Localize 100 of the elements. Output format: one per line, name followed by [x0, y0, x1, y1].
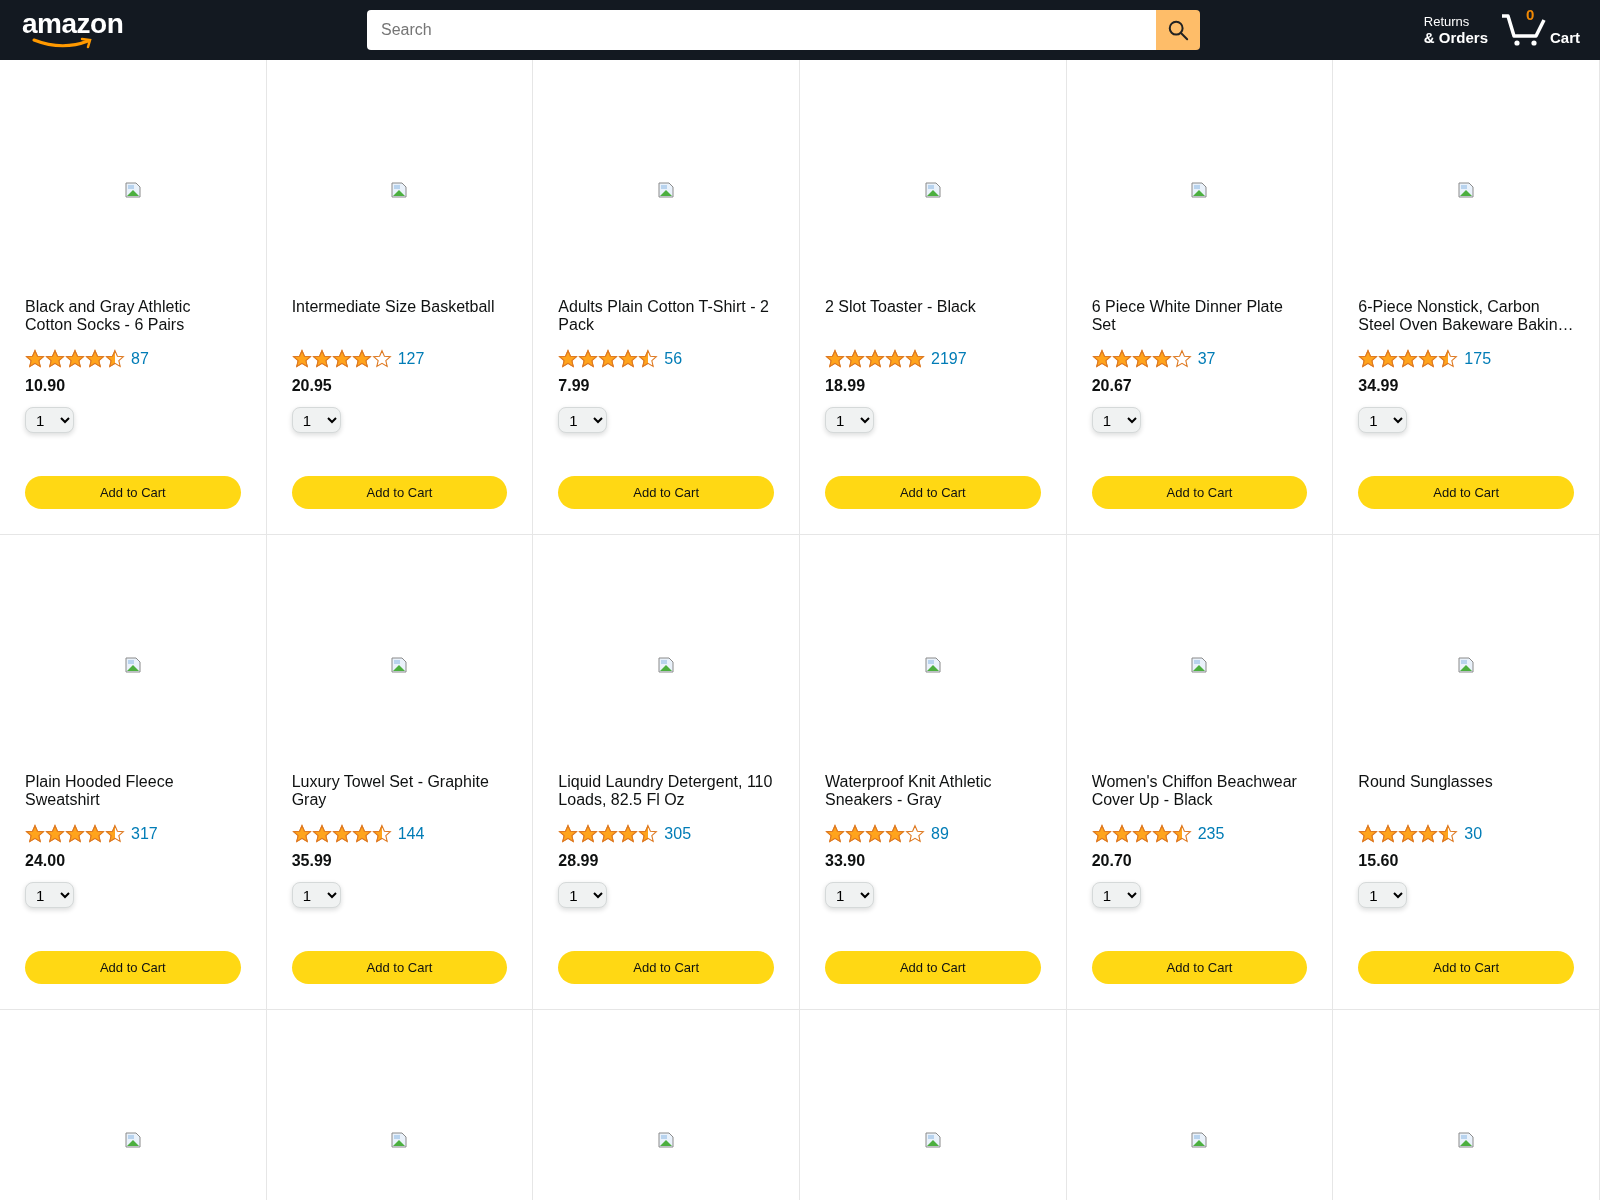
star-icon — [598, 824, 619, 844]
product-price: 34.99 — [1358, 377, 1400, 395]
star-icon — [1418, 824, 1439, 844]
review-count-link[interactable]: 30 — [1464, 825, 1483, 843]
star-icon — [1151, 824, 1172, 844]
broken-image-icon — [1191, 1132, 1208, 1148]
amazon-logo[interactable]: amazon — [22, 11, 367, 49]
product-title: Waterproof Knit Athletic Sneakers - Gray — [825, 773, 993, 810]
quantity-select[interactable]: 1 — [558, 407, 608, 433]
star-icon — [1171, 349, 1192, 369]
cart-icon — [1500, 12, 1548, 48]
add-to-cart-button[interactable]: Add to Cart — [825, 476, 1041, 509]
product-title: Black and Gray Athletic Cotton Socks - 6 Pairs — [25, 298, 192, 335]
review-count-link[interactable]: 175 — [1464, 350, 1492, 368]
product-price: 28.99 — [558, 852, 600, 870]
star-icon — [578, 349, 599, 369]
broken-image-icon — [124, 182, 141, 198]
star-icon — [331, 824, 352, 844]
review-count-link[interactable]: 89 — [931, 825, 949, 843]
add-to-cart-button[interactable]: Add to Cart — [291, 476, 508, 509]
star-icon — [371, 824, 392, 844]
search-field[interactable]: Search — [367, 10, 1156, 50]
star-icon — [105, 824, 125, 844]
quantity-select[interactable]: 1 — [825, 407, 874, 433]
star-icon — [1111, 824, 1132, 844]
product-price: 24.00 — [25, 852, 67, 870]
review-count-link[interactable]: 37 — [1197, 350, 1216, 368]
star-icon — [618, 824, 639, 844]
quantity-select[interactable]: 1 — [291, 882, 341, 908]
product-title: Plain Hooded Fleece Sweatshirt — [25, 773, 175, 810]
broken-image-icon — [658, 182, 675, 198]
quantity-select[interactable]: 1 — [825, 882, 874, 908]
returns-orders-link[interactable]: Returns & Orders — [1423, 14, 1488, 46]
star-icon — [65, 349, 85, 369]
quantity-select[interactable]: 1 — [25, 407, 74, 433]
star-icon — [1358, 824, 1379, 844]
star-icon — [311, 349, 332, 369]
star-icon — [1091, 824, 1112, 844]
product-title: Round Sunglasses — [1358, 773, 1494, 792]
add-to-cart-button[interactable]: Add to Cart — [25, 476, 241, 509]
quantity-select[interactable]: 1 — [25, 882, 74, 908]
product-price: 10.90 — [25, 377, 67, 395]
add-to-cart-button[interactable]: Add to Cart — [825, 951, 1041, 984]
star-icon — [1151, 349, 1172, 369]
star-icon — [1438, 349, 1459, 369]
star-icon — [825, 349, 845, 369]
review-count-link[interactable]: 144 — [397, 825, 425, 843]
quantity-select[interactable]: 1 — [1358, 882, 1408, 908]
review-count-link[interactable]: 235 — [1197, 825, 1225, 843]
add-to-cart-button[interactable]: Add to Cart — [558, 476, 774, 509]
star-icon — [865, 349, 885, 369]
star-icon — [1398, 349, 1419, 369]
quantity-select[interactable]: 1 — [1091, 407, 1141, 433]
add-to-cart-button[interactable]: Add to Cart — [1091, 476, 1308, 509]
product-price: 7.99 — [558, 377, 591, 395]
star-icon — [558, 824, 579, 844]
product-title: Liquid Laundry Detergent, 110 Loads, 82.5 Fl Oz — [558, 773, 774, 810]
search-button[interactable] — [1156, 10, 1200, 50]
star-icon — [85, 349, 105, 369]
broken-image-icon — [658, 1132, 675, 1148]
star-icon — [1131, 824, 1152, 844]
broken-image-icon — [1458, 182, 1475, 198]
product-title: 6-Piece Nonstick, Carbon Steel Oven Bakeware Bakin… — [1358, 298, 1574, 335]
star-icon — [65, 824, 85, 844]
star-icon — [865, 824, 885, 844]
star-icon — [638, 349, 659, 369]
star-icon — [1378, 824, 1399, 844]
quantity-select[interactable]: 1 — [291, 407, 341, 433]
star-icon — [825, 824, 845, 844]
quantity-select[interactable]: 1 — [1091, 882, 1141, 908]
broken-image-icon — [391, 1132, 408, 1148]
broken-image-icon — [391, 182, 408, 198]
add-to-cart-button[interactable]: Add to Cart — [558, 951, 774, 984]
review-count-link[interactable]: 56 — [664, 350, 683, 368]
review-count-link[interactable]: 127 — [397, 350, 425, 368]
product-title: 2 Slot Toaster - Black — [825, 298, 977, 317]
star-icon — [598, 349, 619, 369]
review-count-link[interactable]: 317 — [131, 825, 158, 843]
star-icon — [1418, 349, 1439, 369]
star-icon — [351, 824, 372, 844]
review-count-link[interactable]: 2197 — [931, 350, 967, 368]
add-to-cart-button[interactable]: Add to Cart — [25, 951, 241, 984]
add-to-cart-button[interactable]: Add to Cart — [1358, 476, 1574, 509]
add-to-cart-button[interactable]: Add to Cart — [1358, 951, 1574, 984]
review-count-link[interactable]: 305 — [664, 825, 692, 843]
star-icon — [618, 349, 639, 369]
add-to-cart-button[interactable]: Add to Cart — [291, 951, 508, 984]
add-to-cart-button[interactable]: Add to Cart — [1091, 951, 1308, 984]
star-icon — [638, 824, 659, 844]
star-icon — [1358, 349, 1379, 369]
broken-image-icon — [1458, 1132, 1475, 1148]
star-icon — [905, 824, 925, 844]
quantity-select[interactable]: 1 — [1358, 407, 1408, 433]
review-count-link[interactable]: 87 — [131, 350, 149, 368]
quantity-select[interactable]: 1 — [558, 882, 608, 908]
star-icon — [1438, 824, 1459, 844]
star-icon — [45, 824, 65, 844]
product-price: 20.70 — [1091, 852, 1133, 870]
star-icon — [558, 349, 579, 369]
star-icon — [25, 349, 45, 369]
